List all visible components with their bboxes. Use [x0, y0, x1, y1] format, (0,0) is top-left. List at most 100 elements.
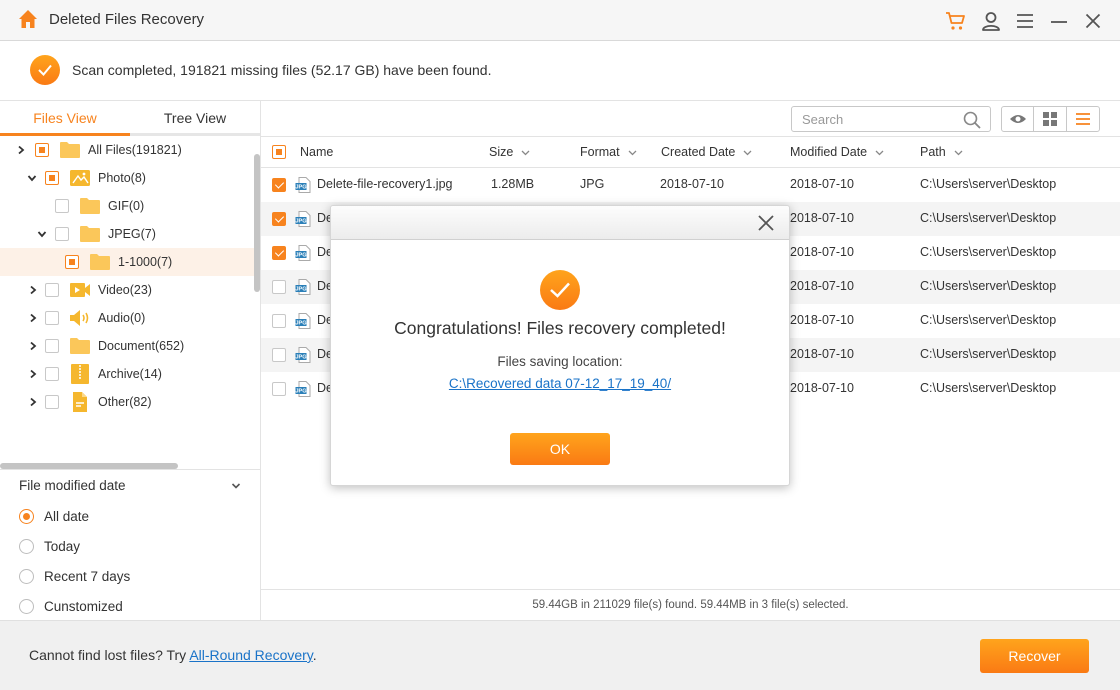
tree-label: Audio(0)	[98, 311, 146, 325]
tree-label: GIF(0)	[108, 199, 145, 213]
check-circle-icon	[30, 55, 60, 85]
chevron-right-icon[interactable]	[28, 313, 38, 323]
account-button[interactable]	[980, 10, 1002, 32]
tab-tree-view[interactable]: Tree View	[130, 101, 260, 133]
sort-chevron-icon	[743, 150, 752, 155]
tree-checkbox[interactable]	[65, 255, 79, 269]
cart-icon	[946, 12, 965, 30]
tab-files-view[interactable]: Files View	[0, 101, 130, 133]
filter-option-customized[interactable]: Cunstomized	[19, 595, 123, 617]
tree-item-all-files[interactable]: All Files(191821)	[0, 136, 255, 164]
cell-modified-date: 2018-07-10	[790, 313, 854, 327]
tree-item-audio[interactable]: Audio(0)	[0, 304, 255, 332]
tree-checkbox[interactable]	[45, 339, 59, 353]
row-checkbox[interactable]	[272, 280, 286, 294]
cell-path: C:\Users\server\Desktop	[920, 245, 1057, 259]
cell-created-date: 2018-07-10	[660, 177, 724, 191]
chevron-down-icon[interactable]	[230, 480, 242, 492]
list-view-button[interactable]	[1067, 107, 1099, 131]
tree-checkbox[interactable]	[35, 143, 49, 157]
column-modified-date[interactable]: Modified Date	[790, 145, 884, 159]
column-format[interactable]: Format	[580, 145, 637, 159]
tree-item-document[interactable]: Document(652)	[0, 332, 255, 360]
chevron-right-icon[interactable]	[28, 397, 38, 407]
footer: Cannot find lost files? Try All-Round Re…	[0, 620, 1120, 690]
chevron-down-icon[interactable]	[27, 173, 37, 183]
chevron-right-icon[interactable]	[28, 369, 38, 379]
grid-view-button[interactable]	[1034, 107, 1067, 131]
tree-item-1-1000[interactable]: 1-1000(7)	[0, 248, 255, 276]
home-icon[interactable]	[18, 9, 38, 29]
tree-item-other[interactable]: Other(82)	[0, 388, 255, 416]
photo-icon	[70, 170, 90, 186]
cart-button[interactable]	[945, 10, 967, 32]
tree-checkbox[interactable]	[45, 367, 59, 381]
tree-label: Other(82)	[98, 395, 152, 409]
saving-location-link[interactable]: C:\Recovered data 07-12_17_19_40/	[449, 376, 671, 391]
footer-hint: Cannot find lost files? Try All-Round Re…	[29, 647, 317, 663]
radio-button[interactable]	[19, 568, 34, 584]
radio-button[interactable]	[19, 538, 34, 554]
svg-text:JPG: JPG	[295, 321, 306, 327]
svg-text:JPG: JPG	[295, 185, 306, 191]
search-box	[791, 106, 991, 132]
radio-button[interactable]	[19, 598, 34, 614]
view-mode-switcher	[1001, 106, 1100, 132]
tree-item-video[interactable]: Video(23)	[0, 276, 255, 304]
tree-checkbox[interactable]	[45, 171, 59, 185]
svg-text:JPG: JPG	[295, 219, 306, 225]
column-name[interactable]: Name	[300, 145, 333, 159]
radio-label: All date	[44, 508, 90, 524]
search-icon[interactable]	[963, 111, 981, 129]
row-checkbox[interactable]	[272, 246, 286, 260]
row-checkbox[interactable]	[272, 314, 286, 328]
tree-checkbox[interactable]	[45, 283, 59, 297]
row-checkbox[interactable]	[272, 348, 286, 362]
jpg-file-icon: JPG	[295, 347, 311, 363]
tree-checkbox[interactable]	[55, 199, 69, 213]
tree-item-archive[interactable]: Archive(14)	[0, 360, 255, 388]
title-bar: Deleted Files Recovery	[0, 0, 1120, 41]
row-checkbox[interactable]	[272, 178, 286, 192]
close-button[interactable]	[1082, 10, 1104, 32]
radio-label: Recent 7 days	[44, 568, 131, 584]
row-checkbox[interactable]	[272, 382, 286, 396]
tree-checkbox[interactable]	[45, 311, 59, 325]
search-input[interactable]	[802, 110, 952, 128]
chevron-down-icon[interactable]	[37, 229, 47, 239]
row-checkbox[interactable]	[272, 212, 286, 226]
tree-vertical-scrollbar[interactable]	[254, 154, 260, 292]
recover-button[interactable]: Recover	[980, 639, 1089, 673]
column-created-date[interactable]: Created Date	[661, 145, 752, 159]
cell-modified-date: 2018-07-10	[790, 245, 854, 259]
filter-option-today[interactable]: Today	[19, 535, 80, 557]
tree-item-photo[interactable]: Photo(8)	[0, 164, 255, 192]
menu-button[interactable]	[1014, 10, 1036, 32]
filter-option-recent-7-days[interactable]: Recent 7 days	[19, 565, 130, 587]
preview-view-button[interactable]	[1002, 107, 1035, 131]
close-icon[interactable]	[757, 214, 775, 232]
chevron-right-icon[interactable]	[28, 341, 38, 351]
tree-label: Archive(14)	[98, 367, 162, 381]
filter-option-all-date[interactable]: All date	[19, 505, 89, 527]
tree-item-gif[interactable]: GIF(0)	[0, 192, 255, 220]
cell-path: C:\Users\server\Desktop	[920, 313, 1057, 327]
ok-button[interactable]: OK	[510, 433, 610, 465]
folder-icon	[90, 254, 110, 270]
column-label: Format	[580, 145, 620, 159]
minimize-button[interactable]	[1048, 10, 1070, 32]
tree-checkbox[interactable]	[45, 395, 59, 409]
tree-item-jpeg[interactable]: JPEG(7)	[0, 220, 255, 248]
table-row[interactable]: JPG Delete-file-recovery1.jpg 1.28MB JPG 201…	[261, 168, 1120, 202]
select-all-checkbox[interactable]	[272, 145, 286, 159]
column-size[interactable]: Size	[489, 145, 530, 159]
all-round-recovery-link[interactable]: All-Round Recovery	[189, 647, 312, 663]
column-path[interactable]: Path	[920, 145, 963, 159]
cell-modified-date: 2018-07-10	[790, 347, 854, 361]
radio-button[interactable]	[19, 508, 34, 524]
cell-modified-date: 2018-07-10	[790, 211, 854, 225]
tree-checkbox[interactable]	[55, 227, 69, 241]
chevron-right-icon[interactable]	[16, 145, 26, 155]
chevron-right-icon[interactable]	[28, 285, 38, 295]
cell-path: C:\Users\server\Desktop	[920, 279, 1057, 293]
